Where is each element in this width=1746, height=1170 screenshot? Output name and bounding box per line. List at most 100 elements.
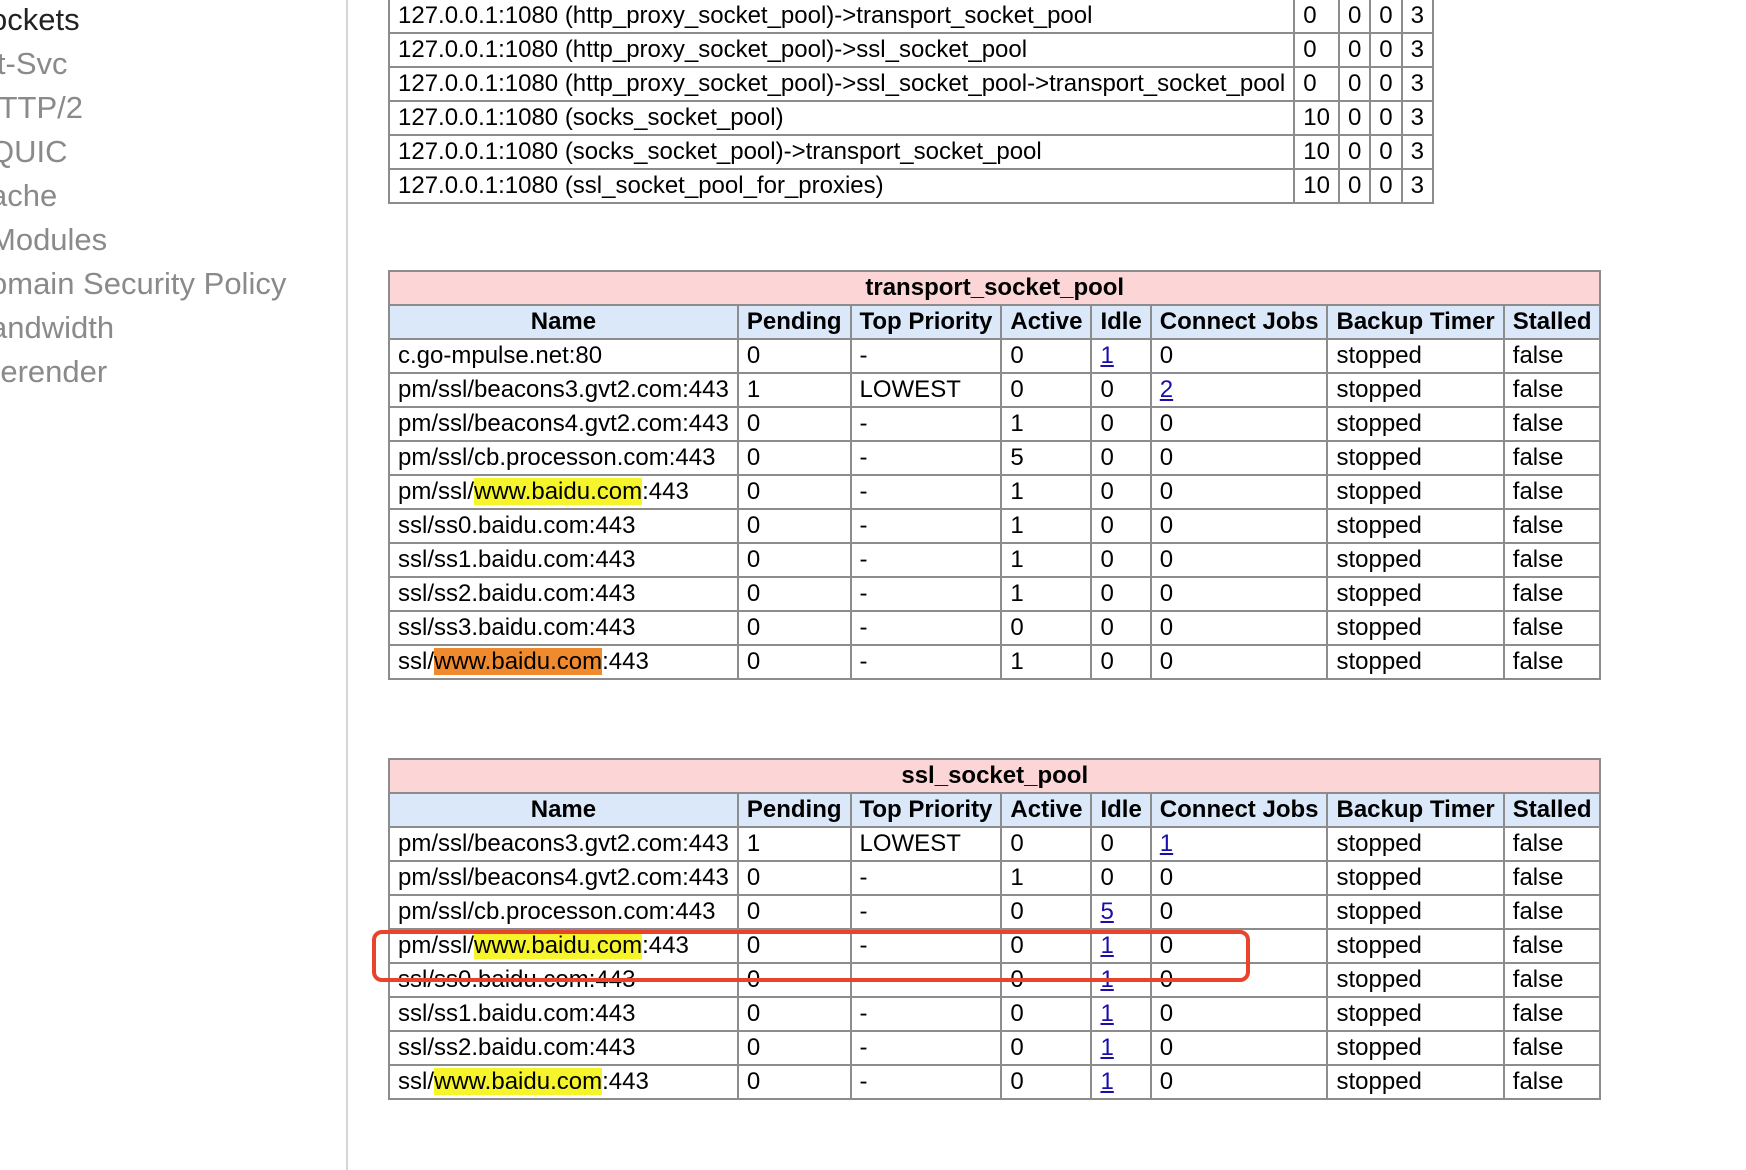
- name-text: ssl/ss0.baidu.com:443: [398, 512, 636, 539]
- table-row: pm/ssl/cb.processon.com:443 0-0 5 0 stopped f…: [388, 894, 1602, 930]
- pending-cell: 0: [736, 894, 852, 930]
- idle-link[interactable]: 1: [1100, 932, 1113, 959]
- value-cell: 0: [1337, 168, 1372, 204]
- column-header: Top Priority: [849, 792, 1003, 828]
- highlighted-host: www.baidu.com: [434, 1068, 603, 1095]
- sidebar-divider: [346, 0, 348, 1170]
- name-text: pm/ssl/: [398, 478, 475, 505]
- pending-cell: 0: [736, 406, 852, 442]
- pending-cell: 0: [736, 474, 852, 510]
- idle-link[interactable]: 1: [1100, 966, 1113, 993]
- active-cell: 0: [1000, 610, 1093, 646]
- value-cell: 10: [1293, 134, 1340, 170]
- pending-cell: 0: [736, 644, 852, 680]
- backup-timer-cell: stopped: [1326, 576, 1505, 612]
- table-row: 127.0.0.1:1080 (socks_socket_pool)->tran…: [387, 134, 1435, 170]
- connect-jobs-cell: 0: [1149, 928, 1329, 964]
- sidebar-item-domain-security-policy[interactable]: omain Security Policy: [0, 264, 286, 304]
- idle-cell: 0: [1090, 826, 1152, 862]
- connect-jobs-cell: 0: [1149, 962, 1329, 998]
- active-cell: 0: [1000, 1030, 1093, 1066]
- sidebar-item-http2[interactable]: ITTP/2: [0, 88, 83, 128]
- table-row: 127.0.0.1:1080 (http_proxy_socket_pool)-…: [387, 66, 1435, 102]
- backup-timer-cell: stopped: [1326, 860, 1505, 896]
- table-row: ssl/ss2.baidu.com:443 0-1 0 0 stopped false: [388, 576, 1602, 612]
- column-header: Backup Timer: [1326, 304, 1505, 340]
- idle-link[interactable]: 1: [1100, 1068, 1113, 1095]
- column-header: Idle: [1090, 304, 1152, 340]
- name-text: ssl/ss1.baidu.com:443: [398, 546, 636, 573]
- idle-link[interactable]: 5: [1100, 898, 1113, 925]
- stalled-cell: false: [1502, 962, 1602, 998]
- ssl-socket-pool-table: ssl_socket_pool Name Pending Top Priorit…: [387, 758, 1602, 1100]
- pending-cell: 1: [736, 372, 852, 408]
- connect-jobs-link[interactable]: 1: [1160, 830, 1173, 857]
- table-row: ssl/ss2.baidu.com:443 0-0 1 0 stopped false: [388, 1030, 1602, 1066]
- table-row: ssl/ss1.baidu.com:443 0-0 1 0 stopped false: [388, 996, 1602, 1032]
- stalled-cell: false: [1502, 894, 1602, 930]
- active-cell: 1: [1000, 644, 1093, 680]
- sidebar-item-cache[interactable]: ache: [0, 176, 57, 216]
- name-cell: pm/ssl/beacons3.gvt2.com:443: [388, 826, 739, 862]
- highlighted-host: www.baidu.com: [474, 478, 643, 505]
- value-cell: 0: [1369, 100, 1403, 136]
- top-priority-cell: -: [849, 474, 1003, 510]
- connect-jobs-cell: 0: [1149, 894, 1329, 930]
- name-cell: ssl/ss2.baidu.com:443: [388, 1030, 739, 1066]
- column-header: Idle: [1090, 792, 1152, 828]
- sidebar-item-quic[interactable]: QUIC: [0, 132, 68, 172]
- value-cell: 0: [1293, 66, 1340, 102]
- column-header: Connect Jobs: [1149, 792, 1329, 828]
- column-header: Name: [388, 304, 739, 340]
- sidebar-item-sockets[interactable]: ockets: [0, 0, 80, 40]
- table-row: 127.0.0.1:1080 (http_proxy_socket_pool)-…: [387, 0, 1435, 34]
- connect-jobs-cell: 0: [1149, 860, 1329, 896]
- idle-cell: 0: [1090, 644, 1152, 680]
- name-cell: pm/ssl/cb.processon.com:443: [388, 440, 739, 476]
- stalled-cell: false: [1502, 508, 1602, 544]
- column-header: Active: [1000, 792, 1093, 828]
- name-cell: pm/ssl/cb.processon.com:443: [388, 894, 739, 930]
- column-header: Stalled: [1502, 304, 1602, 340]
- connect-jobs-cell: 0: [1149, 542, 1329, 578]
- name-text: ssl/ss0.baidu.com:443: [398, 966, 636, 993]
- stalled-cell: false: [1502, 996, 1602, 1032]
- pending-cell: 0: [736, 860, 852, 896]
- active-cell: 0: [1000, 1064, 1093, 1100]
- idle-link[interactable]: 1: [1100, 1034, 1113, 1061]
- idle-cell: 1: [1090, 338, 1152, 374]
- value-cell: 0: [1337, 134, 1372, 170]
- table-row: pm/ssl/beacons4.gvt2.com:443 0-1 0 0 stopped…: [388, 406, 1602, 442]
- sidebar-item-alt-svc[interactable]: lt-Svc: [0, 44, 68, 84]
- column-header: Active: [1000, 304, 1093, 340]
- value-cell: 0: [1337, 66, 1372, 102]
- idle-cell: 1: [1090, 1030, 1152, 1066]
- value-cell: 0: [1337, 100, 1372, 136]
- connect-jobs-cell: 0: [1149, 644, 1329, 680]
- sidebar-item-bandwidth[interactable]: andwidth: [0, 308, 114, 348]
- active-cell: 1: [1000, 860, 1093, 896]
- active-cell: 0: [1000, 372, 1093, 408]
- pool-name-cell: 127.0.0.1:1080 (http_proxy_socket_pool)-…: [387, 32, 1296, 68]
- idle-link[interactable]: 1: [1100, 342, 1113, 369]
- active-cell: 1: [1000, 576, 1093, 612]
- backup-timer-cell: stopped: [1326, 542, 1505, 578]
- backup-timer-cell: stopped: [1326, 1064, 1505, 1100]
- connect-jobs-cell: 0: [1149, 406, 1329, 442]
- table-row: 127.0.0.1:1080 (socks_socket_pool) 10 0 0 3: [387, 100, 1435, 136]
- top-priority-cell: -: [849, 610, 1003, 646]
- value-cell: 0: [1369, 0, 1403, 34]
- sidebar-item-modules[interactable]: Modules: [0, 220, 107, 260]
- stalled-cell: false: [1502, 474, 1602, 510]
- backup-timer-cell: stopped: [1326, 440, 1505, 476]
- connect-jobs-link[interactable]: 2: [1160, 376, 1173, 403]
- backup-timer-cell: stopped: [1326, 962, 1505, 998]
- name-cell: pm/ssl/www.baidu.com:443: [388, 474, 739, 510]
- sidebar-item-prerender[interactable]: rerender: [0, 352, 107, 392]
- name-text: ssl/ss2.baidu.com:443: [398, 1034, 636, 1061]
- connect-jobs-cell: 0: [1149, 508, 1329, 544]
- connect-jobs-cell: 0: [1149, 576, 1329, 612]
- idle-cell: 0: [1090, 474, 1152, 510]
- idle-link[interactable]: 1: [1100, 1000, 1113, 1027]
- active-cell: 0: [1000, 894, 1093, 930]
